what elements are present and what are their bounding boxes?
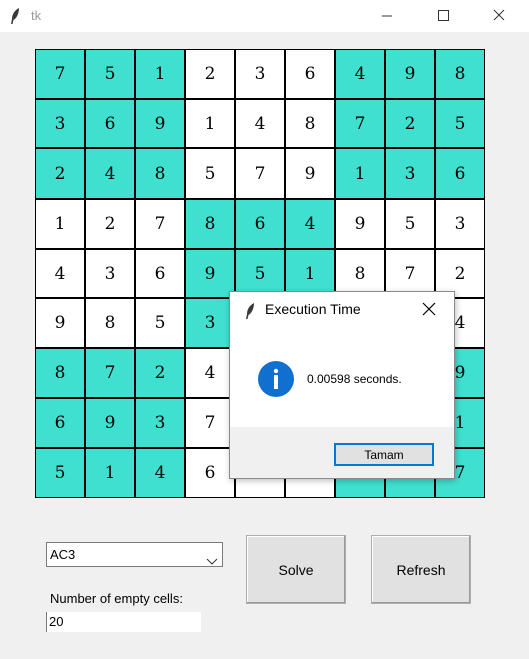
sudoku-cell[interactable]: 2 (35, 148, 85, 199)
sudoku-cell[interactable]: 2 (85, 199, 135, 249)
sudoku-cell[interactable]: 4 (35, 249, 85, 298)
window-title: tk (31, 8, 42, 23)
sudoku-cell[interactable]: 6 (185, 448, 235, 498)
sudoku-cell[interactable]: 8 (285, 99, 335, 148)
sudoku-cell[interactable]: 9 (285, 148, 335, 199)
sudoku-cell[interactable]: 9 (335, 199, 385, 249)
sudoku-cell[interactable]: 4 (185, 348, 235, 398)
sudoku-cell[interactable]: 7 (35, 49, 85, 99)
sudoku-cell[interactable]: 3 (385, 148, 435, 199)
refresh-button[interactable]: Refresh (371, 535, 471, 604)
sudoku-cell[interactable]: 6 (135, 249, 185, 298)
feather-icon (244, 302, 256, 324)
sudoku-cell[interactable]: 5 (385, 199, 435, 249)
sudoku-cell[interactable]: 7 (235, 148, 285, 199)
close-button[interactable] (476, 0, 522, 32)
dialog-close-icon[interactable] (422, 301, 436, 320)
sudoku-cell[interactable]: 1 (185, 99, 235, 148)
sudoku-cell[interactable]: 8 (185, 199, 235, 249)
dialog-message: 0.00598 seconds. (307, 372, 402, 386)
sudoku-cell[interactable]: 6 (85, 99, 135, 148)
algorithm-select[interactable]: AC3 (46, 542, 223, 567)
sudoku-cell[interactable]: 9 (35, 298, 85, 348)
sudoku-cell[interactable]: 5 (185, 148, 235, 199)
sudoku-cell[interactable]: 6 (235, 199, 285, 249)
sudoku-cell[interactable]: 8 (135, 148, 185, 199)
sudoku-cell[interactable]: 5 (435, 99, 485, 148)
empty-cells-label: Number of empty cells: (50, 591, 183, 606)
sudoku-cell[interactable]: 9 (185, 249, 235, 298)
sudoku-cell[interactable]: 8 (435, 49, 485, 99)
sudoku-cell[interactable]: 6 (435, 148, 485, 199)
sudoku-cell[interactable]: 1 (135, 49, 185, 99)
sudoku-cell[interactable]: 8 (85, 298, 135, 348)
sudoku-cell[interactable]: 9 (85, 398, 135, 448)
title-bar: tk (0, 0, 529, 32)
sudoku-cell[interactable]: 3 (135, 398, 185, 448)
sudoku-cell[interactable]: 4 (135, 448, 185, 498)
sudoku-cell[interactable]: 7 (85, 348, 135, 398)
sudoku-cell[interactable]: 5 (35, 448, 85, 498)
sudoku-cell[interactable]: 2 (185, 49, 235, 99)
maximize-button[interactable] (420, 0, 466, 32)
sudoku-cell[interactable]: 2 (135, 348, 185, 398)
empty-cells-value: 20 (49, 614, 64, 629)
sudoku-cell[interactable]: 5 (135, 298, 185, 348)
minimize-button[interactable] (364, 0, 410, 32)
feather-icon (9, 7, 21, 25)
sudoku-cell[interactable]: 5 (85, 49, 135, 99)
sudoku-cell[interactable]: 4 (335, 49, 385, 99)
solve-button[interactable]: Solve (246, 535, 346, 604)
sudoku-cell[interactable]: 1 (85, 448, 135, 498)
sudoku-cell[interactable]: 7 (185, 398, 235, 448)
sudoku-cell[interactable]: 9 (385, 49, 435, 99)
sudoku-cell[interactable]: 7 (135, 199, 185, 249)
sudoku-cell[interactable]: 2 (385, 99, 435, 148)
algorithm-select-value: AC3 (50, 547, 76, 562)
sudoku-cell[interactable]: 4 (285, 199, 335, 249)
sudoku-cell[interactable]: 3 (435, 199, 485, 249)
sudoku-cell[interactable]: 3 (185, 298, 235, 348)
sudoku-cell[interactable]: 3 (35, 99, 85, 148)
chevron-down-icon (206, 551, 218, 570)
execution-time-dialog: Execution Time 0.00598 seconds. Tamam (229, 291, 455, 479)
sudoku-cell[interactable]: 6 (285, 49, 335, 99)
sudoku-cell[interactable]: 4 (235, 99, 285, 148)
dialog-title: Execution Time (265, 301, 361, 317)
sudoku-cell[interactable]: 3 (85, 249, 135, 298)
empty-cells-input[interactable]: 20 (46, 612, 201, 632)
sudoku-cell[interactable]: 8 (35, 348, 85, 398)
sudoku-cell[interactable]: 3 (235, 49, 285, 99)
sudoku-cell[interactable]: 1 (335, 148, 385, 199)
sudoku-cell[interactable]: 4 (85, 148, 135, 199)
sudoku-cell[interactable]: 9 (135, 99, 185, 148)
sudoku-cell[interactable]: 1 (35, 199, 85, 249)
ok-button[interactable]: Tamam (334, 443, 434, 466)
dialog-footer: Tamam (230, 427, 454, 478)
sudoku-cell[interactable]: 6 (35, 398, 85, 448)
info-icon (257, 360, 295, 402)
sudoku-cell[interactable]: 7 (335, 99, 385, 148)
